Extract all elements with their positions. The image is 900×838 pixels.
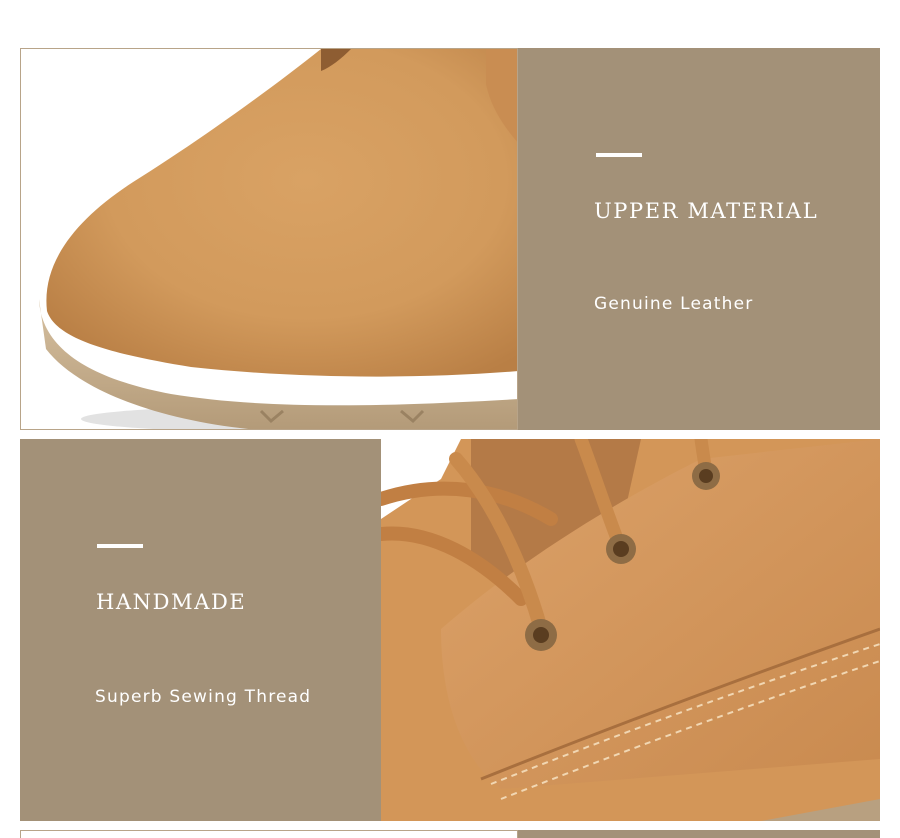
feature-panel: HANDMADE Superb Sewing Thread	[20, 439, 381, 821]
shoe-laces-illustration	[381, 439, 880, 821]
feature-title: UPPER MATERIAL	[594, 199, 819, 223]
feature-handmade: HANDMADE Superb Sewing Thread	[20, 439, 880, 821]
feature-panel: UPPER MATERIAL Genuine Leather	[518, 48, 880, 430]
accent-bar	[97, 544, 143, 548]
shoe-toe-illustration	[21, 49, 517, 429]
feature-upper-material: UPPER MATERIAL Genuine Leather	[20, 48, 880, 430]
shoe-toe-photo	[20, 48, 518, 430]
shoe-laces-photo	[381, 439, 880, 821]
feature-title: HANDMADE	[96, 590, 247, 614]
next-feature-edge	[20, 830, 880, 838]
feature-subtitle: Superb Sewing Thread	[95, 687, 312, 707]
accent-bar	[596, 153, 642, 157]
feature-subtitle: Genuine Leather	[594, 294, 754, 314]
next-photo-edge	[20, 830, 518, 838]
next-panel-edge	[518, 830, 880, 838]
